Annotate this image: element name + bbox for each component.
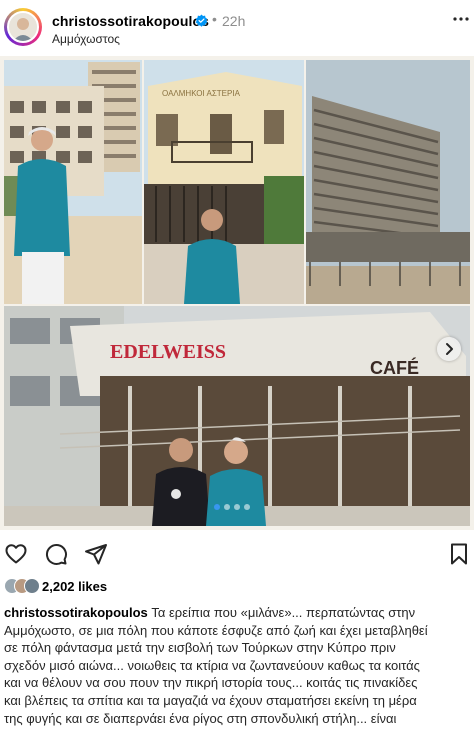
carousel-dot xyxy=(214,504,220,510)
caption-username[interactable]: christossotirakopoulos xyxy=(4,605,148,620)
post-caption: christossotirakopoulos Τα ερείπια που «μ… xyxy=(4,604,468,727)
photo-panel-abandoned-house: ΟΑΛΜΗΚΟΙ ΑΣΤΕΡΙΑ xyxy=(144,60,304,304)
more-horizontal-icon[interactable] xyxy=(452,10,470,28)
liker-avatar[interactable] xyxy=(24,578,40,594)
send-icon[interactable] xyxy=(84,542,108,566)
header-separator: • xyxy=(212,11,217,27)
caption-text: και να θέλουν να σου πουν την πικρή ιστο… xyxy=(4,675,418,691)
likes-count[interactable]: 2,202 likes xyxy=(42,579,107,594)
caption-text: Τα ερείπια που «μιλάνε»... περπατώντας σ… xyxy=(151,605,416,620)
cafe-sign: CAFÉ xyxy=(370,357,419,378)
verified-badge-icon xyxy=(195,14,208,27)
avatar-story-ring[interactable] xyxy=(4,8,42,46)
caption-text: και βλέπεις τα σπίτια και τα μαγαζιά να … xyxy=(4,692,417,708)
caption-text: σχεδόν μισό αιώνα... νοιωθεις τα κτίρια … xyxy=(4,657,420,673)
post-header: christossotirakopoulos • 22h Αμμόχωστος xyxy=(0,0,474,52)
post-username[interactable]: christossotirakopoulos xyxy=(52,13,209,29)
post-photo-collage: ΟΑΛΜΗΚΟΙ ΑΣΤΕΡΙΑ EDELWEISS CAFÉ xyxy=(4,60,470,526)
post-location[interactable]: Αμμόχωστος xyxy=(52,32,120,46)
caption-text: Αμμόχωστο, σε μια πόλη που κάποτε έσφυζε… xyxy=(4,622,428,638)
caption-text: σε πόλη φάντασμα μετά την εισβολή των Το… xyxy=(4,640,396,656)
post-media-carousel[interactable]: ΟΑΛΜΗΚΟΙ ΑΣΤΕΡΙΑ EDELWEISS CAFÉ xyxy=(0,56,474,530)
bookmark-icon[interactable] xyxy=(448,542,470,566)
photo-panel-edelweiss-cafe: EDELWEISS CAFÉ xyxy=(4,306,470,526)
post-actions-bar xyxy=(0,538,474,572)
carousel-dot xyxy=(244,504,250,510)
photo-panel-beach-buildings xyxy=(4,60,142,304)
carousel-next-button[interactable] xyxy=(437,337,461,361)
heart-icon[interactable] xyxy=(4,542,28,566)
comment-icon[interactable] xyxy=(44,542,68,566)
building-sign-text: ΟΑΛΜΗΚΟΙ ΑΣΤΕΡΙΑ xyxy=(162,89,241,98)
photo-panel-hotel-tower xyxy=(306,60,470,304)
chevron-right-icon xyxy=(446,343,453,355)
avatar-photo xyxy=(9,13,37,41)
carousel-dot xyxy=(234,504,240,510)
avatar[interactable] xyxy=(7,11,39,43)
edelweiss-sign: EDELWEISS xyxy=(110,341,226,363)
caption-text: της φυγής και σε διαπερνάει ένα ρίγος στ… xyxy=(4,710,397,726)
caption-line-1: christossotirakopoulos Τα ερείπια που «μ… xyxy=(4,604,468,622)
carousel-dot xyxy=(224,504,230,510)
post-timestamp[interactable]: 22h xyxy=(222,13,245,29)
